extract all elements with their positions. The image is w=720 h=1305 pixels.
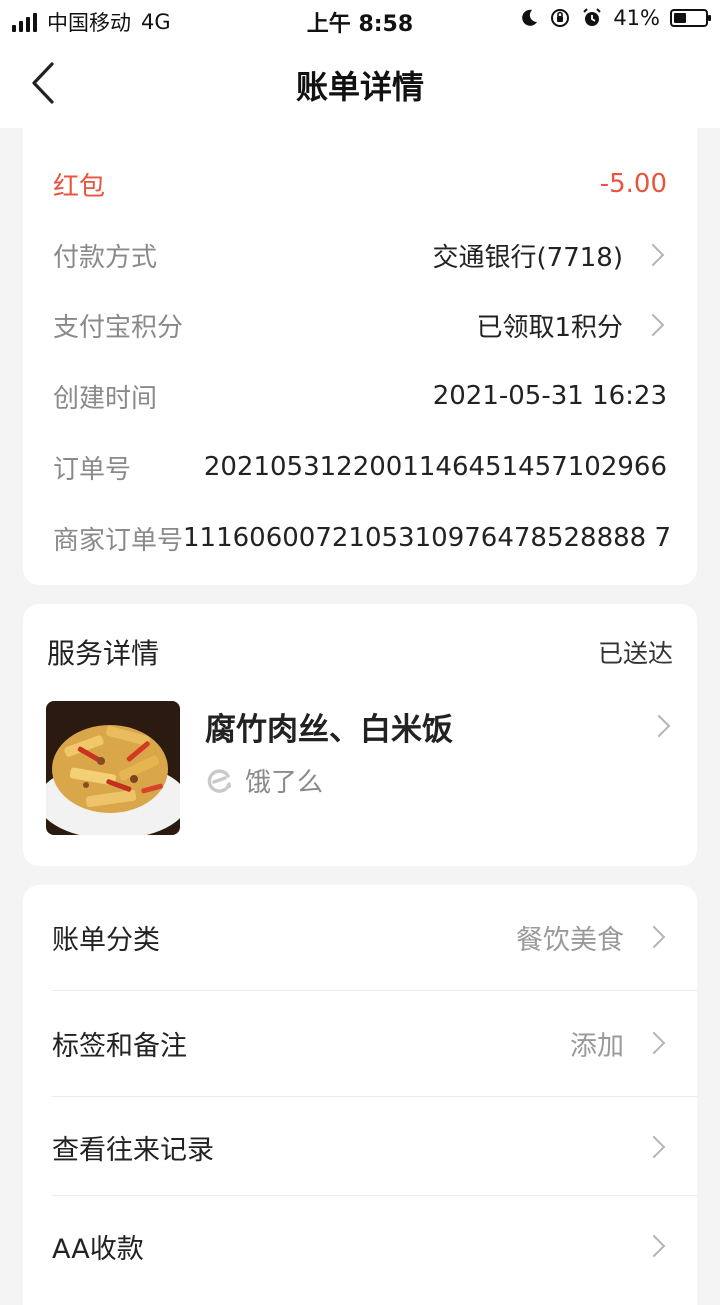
bill-type-label: 红包 [53,171,106,202]
bill-amount: -5.00 [599,169,667,199]
battery-percent: 41% [613,6,660,30]
bill-category-value-wrap: 餐饮美食 [516,918,668,957]
payment-method-value: 交通银行(7718) [432,242,623,273]
transaction-history-label: 查看往来记录 [52,1134,214,1166]
merchant-order-value: 1116060072105310976478528888 7 [183,523,671,553]
points-label: 支付宝积分 [53,312,184,343]
status-right: 41% [519,6,711,30]
nav-bar: 账单详情 [0,40,720,128]
service-source-name: 饿了么 [245,768,324,798]
service-status: 已送达 [597,639,673,668]
payment-method-value-wrap: 交通银行(7718) [433,237,667,274]
transaction-history-value-wrap [624,1135,668,1159]
chevron-right-icon [642,1135,666,1159]
service-detail-card[interactable]: 服务详情 已送达 腐竹肉丝、白米饭 饿了么 [23,604,697,866]
transaction-history-row[interactable]: 查看往来记录 [52,1097,668,1197]
aa-collect-row[interactable]: AA收款 [52,1196,668,1296]
bill-category-value: 餐饮美食 [516,924,624,956]
tags-notes-row[interactable]: 标签和备注 添加 [52,993,668,1093]
created-time-label: 创建时间 [53,383,158,414]
divider [52,990,697,991]
order-number-label: 订单号 [53,454,132,485]
order-number-value: 2021053122001146451457102966 [203,452,667,482]
chevron-right-icon [647,714,671,738]
bill-actions-card: 账单分类 餐饮美食 标签和备注 添加 查看往来记录 AA收款 [23,885,697,1305]
tags-notes-label: 标签和备注 [52,1030,187,1062]
orientation-lock-icon [551,9,570,27]
bill-category-label: 账单分类 [52,924,160,956]
bill-detail-card: 红包 -5.00 付款方式 交通银行(7718) 支付宝积分 已领取1积分 创建… [23,128,697,585]
aa-collect-label: AA收款 [52,1233,144,1265]
eleme-logo-icon [207,768,231,793]
merchant-order-label: 商家订单号 [53,525,184,556]
service-item-name: 腐竹肉丝、白米饭 [205,712,453,748]
bill-type-row: 红包 -5.00 [53,164,667,204]
created-time-row: 创建时间 2021-05-31 16:23 [53,376,667,416]
chevron-right-icon [642,1234,666,1258]
alarm-icon [583,8,602,26]
created-time-value: 2021-05-31 16:23 [432,381,667,411]
aa-collect-value-wrap [624,1234,668,1258]
battery-fill [674,13,686,23]
service-source: 饿了么 [205,762,323,799]
tags-notes-value-wrap: 添加 [570,1024,668,1063]
points-row[interactable]: 支付宝积分 已领取1积分 [53,305,667,345]
page-title: 账单详情 [295,68,424,106]
chevron-right-icon [642,1031,666,1055]
battery-icon [670,9,711,27]
service-title: 服务详情 [47,637,160,670]
merchant-order-row: 商家订单号 1116060072105310976478528888 7 [53,518,671,558]
bill-category-row[interactable]: 账单分类 餐饮美食 [52,887,668,987]
chevron-right-icon [641,243,665,267]
tags-notes-value: 添加 [570,1030,624,1062]
moon-icon [522,9,538,26]
chevron-right-icon [641,313,665,337]
status-bar: 中国移动 4G 上午 8:58 41% [0,0,720,40]
points-value: 已领取1积分 [476,312,623,343]
payment-method-row[interactable]: 付款方式 交通银行(7718) [53,235,667,275]
chevron-right-icon [642,925,666,949]
payment-method-label: 付款方式 [53,242,158,273]
points-value-wrap: 已领取1积分 [476,307,667,344]
order-number-row: 订单号 2021053122001146451457102966 [53,447,667,487]
food-thumbnail [46,701,180,835]
